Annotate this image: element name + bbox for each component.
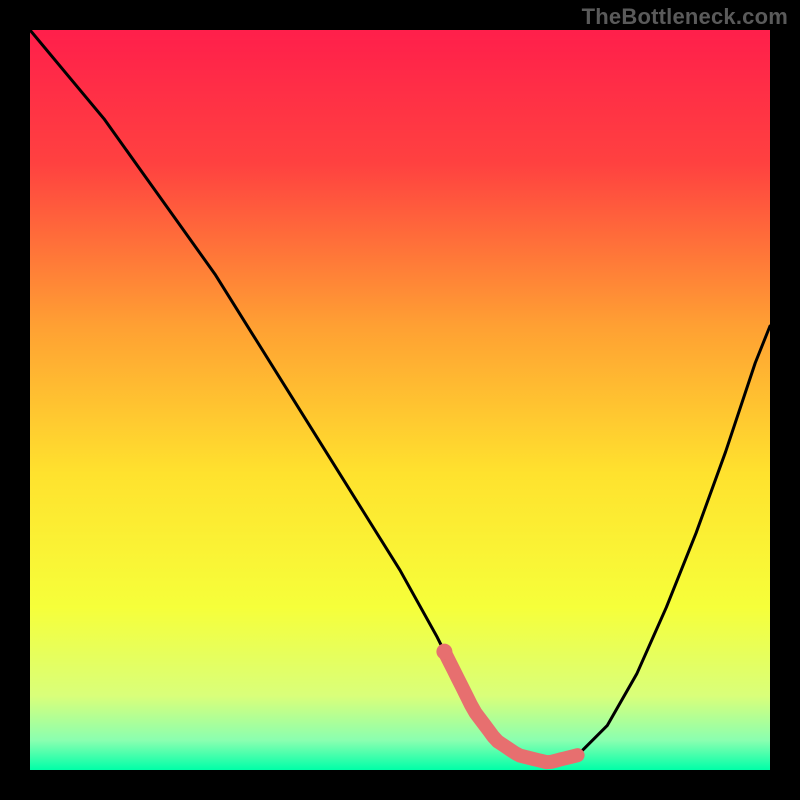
plot-gradient-background	[30, 30, 770, 770]
highlight-dot	[436, 644, 452, 660]
watermark-text: TheBottleneck.com	[582, 4, 788, 30]
chart-frame: { "watermark": "TheBottleneck.com", "col…	[0, 0, 800, 800]
bottleneck-chart	[0, 0, 800, 800]
